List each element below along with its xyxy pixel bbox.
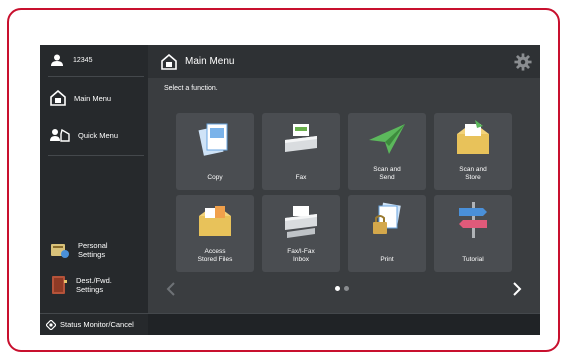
previous-page-arrow-icon[interactable] [164,281,178,297]
user-icon [51,54,63,66]
function-label: Tutorial [462,256,484,263]
tutorial-icon [459,202,487,238]
page-indicator [335,286,353,291]
function-label: Print [380,256,394,263]
status-monitor-label: Status Monitor/Cancel [60,320,134,329]
function-label: Fax [295,174,307,181]
home-icon [161,53,177,70]
scan-and-store-button[interactable]: Scan and Store [434,113,512,190]
access-stored-files-button[interactable]: Access Stored Files [176,195,254,272]
sidebar-item-label: Quick Menu [78,130,119,140]
status-monitor-icon [46,319,56,330]
function-label: Fax/I-Fax Inbox [287,248,315,263]
quick-menu-icon [50,128,70,142]
address-book-icon [52,276,67,294]
next-page-arrow-icon[interactable] [510,281,524,297]
scan-and-send-button[interactable]: Scan and Send [348,113,426,190]
print-button[interactable]: Print [348,195,426,272]
scan-store-icon [457,120,489,154]
fax-button[interactable]: Fax [262,113,340,190]
sidebar-item-label: Dest./Fwd. Settings [76,276,112,294]
function-label: Access Stored Files [197,248,233,263]
page-dot [344,286,349,291]
sidebar-item-main-menu[interactable]: Main Menu [40,88,148,108]
status-monitor-button[interactable]: Status Monitor/Cancel [40,313,148,335]
header: Main Menu [148,45,540,78]
bottom-status-strip [148,313,540,335]
scan-send-icon [369,124,405,154]
print-icon [373,202,401,234]
sidebar-item-dest-fwd-settings[interactable]: Dest./Fwd. Settings [40,273,148,297]
page-dot-active [335,286,340,291]
device-screen: 12345 Main Menu Quick Menu Personal Sett… [40,45,540,335]
tutorial-button[interactable]: Tutorial [434,195,512,272]
divider [48,155,144,156]
page-title: Main Menu [185,56,235,67]
stored-files-icon [199,206,231,236]
divider [48,76,144,77]
sidebar: 12345 Main Menu Quick Menu Personal Sett… [40,45,148,335]
user-login-area[interactable]: 12345 [40,45,148,75]
fax-i-fax-inbox-button[interactable]: Fax/I-Fax Inbox [262,195,340,272]
copy-icon [198,123,228,156]
personal-settings-icon [51,244,69,258]
copy-button[interactable]: Copy [176,113,254,190]
sidebar-item-label: Personal Settings [78,241,108,259]
function-label: Scan and Store [459,166,487,181]
home-icon [50,90,66,106]
sidebar-item-personal-settings[interactable]: Personal Settings [40,238,148,262]
function-label: Copy [207,174,223,181]
instruction-text: Select a function. [164,85,218,92]
user-id: 12345 [73,56,93,64]
gear-icon[interactable] [514,53,532,71]
sidebar-item-label: Main Menu [74,93,112,103]
fax-inbox-icon [285,206,317,238]
sidebar-item-quick-menu[interactable]: Quick Menu [40,125,148,145]
function-label: Scan and Send [373,166,401,181]
fax-icon [285,124,317,152]
